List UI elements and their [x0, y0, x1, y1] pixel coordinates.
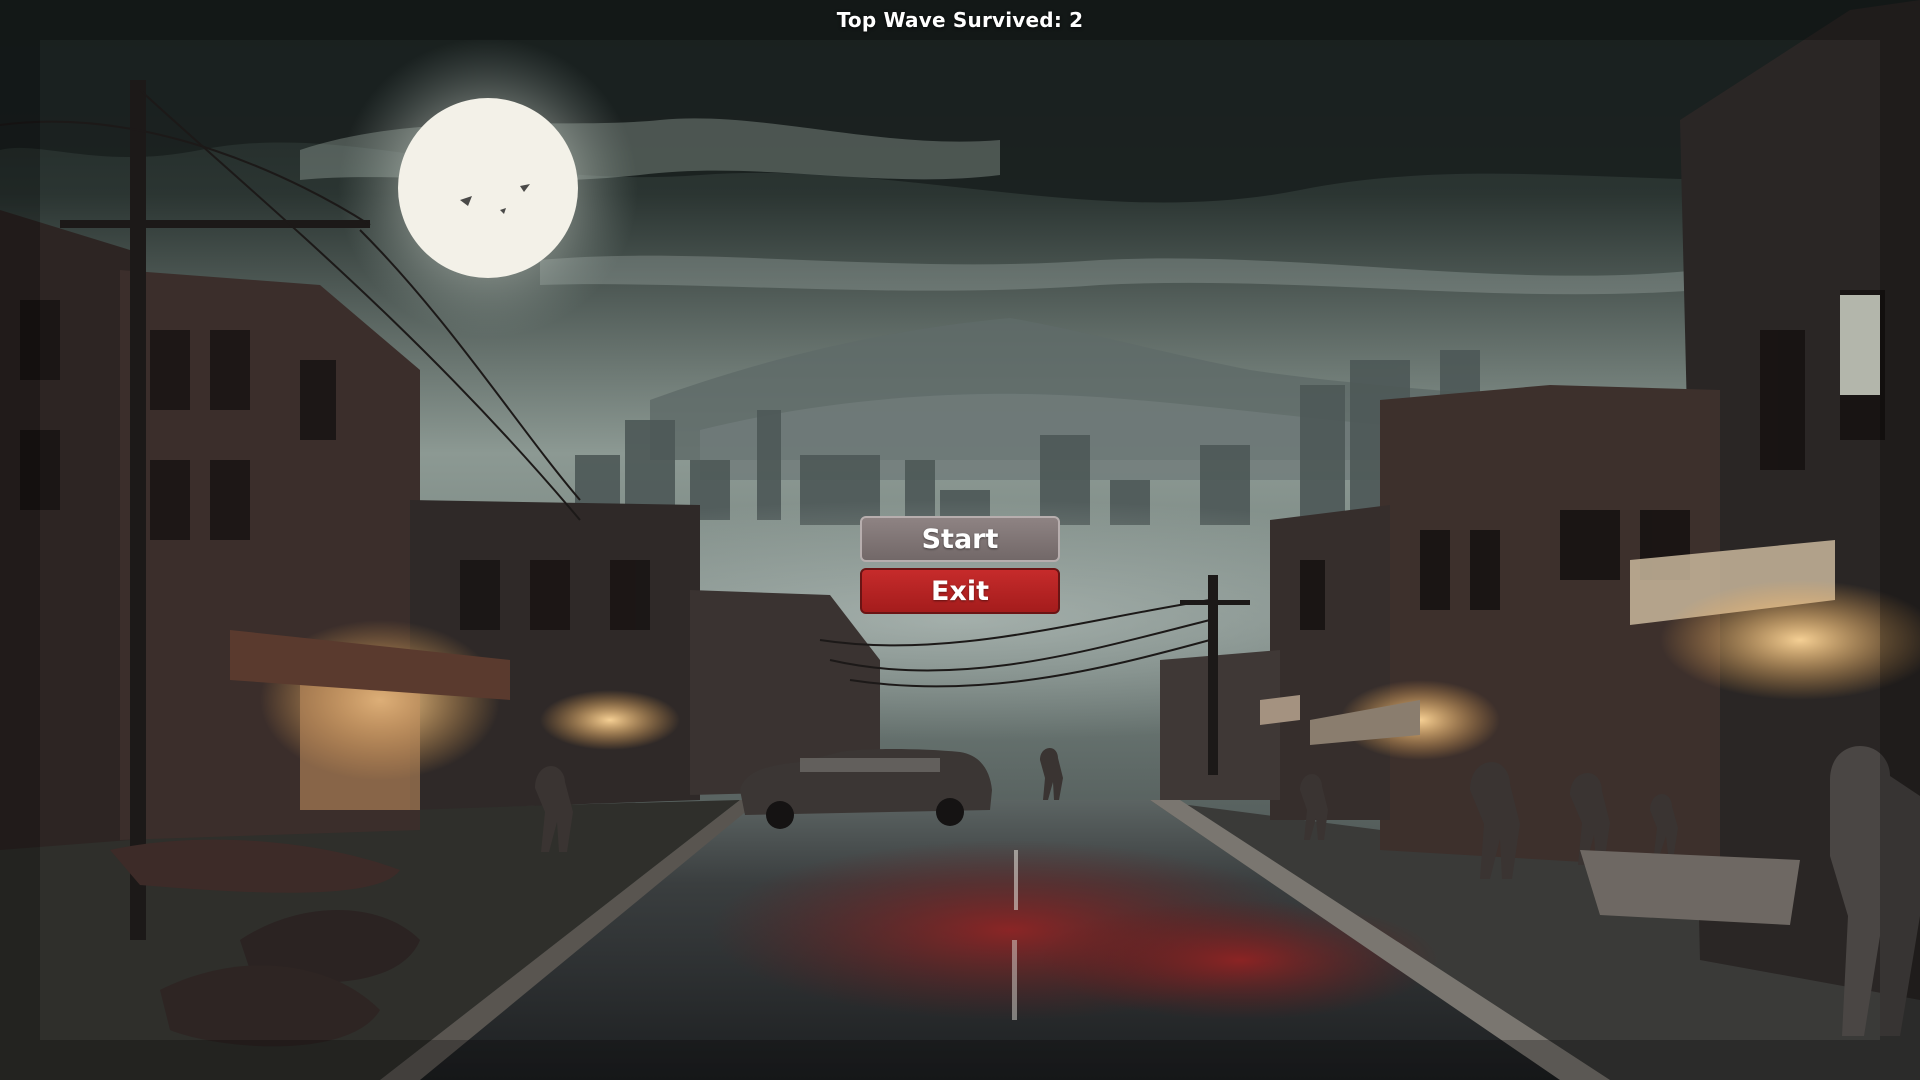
game-main-menu: Top Wave Survived: 2 Start Exit	[0, 0, 1920, 1080]
main-menu: Start Exit	[860, 516, 1060, 620]
start-button[interactable]: Start	[860, 516, 1060, 562]
top-wave-survived-text: Top Wave Survived: 2	[836, 8, 1084, 32]
exit-button[interactable]: Exit	[860, 568, 1060, 614]
